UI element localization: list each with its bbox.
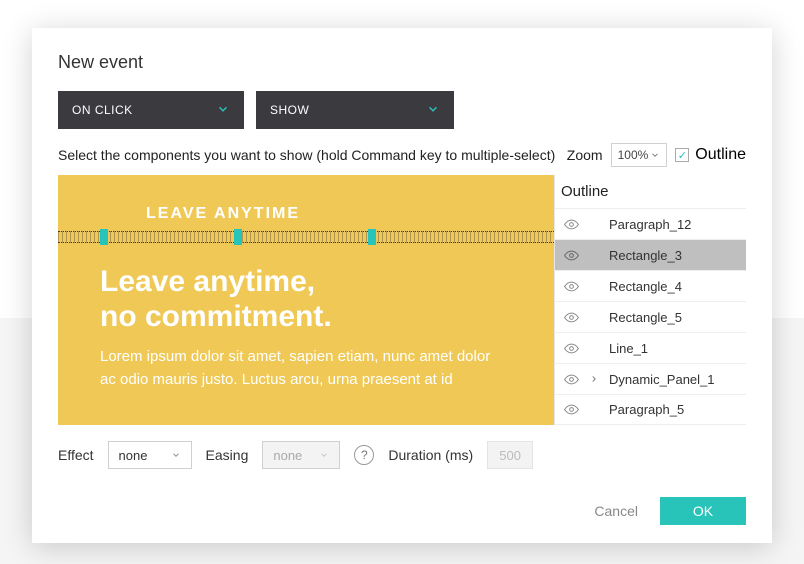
duration-label: Duration (ms) (388, 447, 473, 463)
eye-icon (563, 402, 579, 417)
effect-label: Effect (58, 447, 94, 463)
duration-value: 500 (499, 448, 521, 463)
easing-label: Easing (206, 447, 249, 463)
outline-panel-header: Outline (555, 175, 746, 208)
trigger-dropdown-label: ON CLICK (72, 103, 133, 117)
zoom-select[interactable]: 100% (611, 143, 668, 167)
canvas-small-title: LEAVE ANYTIME (146, 205, 300, 223)
eye-icon (563, 217, 579, 232)
outline-item[interactable]: Line_1 (555, 332, 746, 363)
zoom-value: 100% (618, 148, 649, 162)
subrow: Select the components you want to show (… (58, 143, 746, 167)
effects-row: Effect none Easing none ? Duration (ms) … (58, 441, 746, 469)
ok-button[interactable]: OK (660, 497, 746, 525)
new-event-modal: New event ON CLICK SHOW Select the compo… (32, 28, 772, 543)
outline-item-label: Line_1 (609, 341, 738, 356)
outline-checkbox-label: Outline (695, 146, 746, 164)
outline-item-label: Paragraph_12 (609, 217, 738, 232)
selection-ruler (58, 231, 554, 243)
outline-item-label: Dynamic_Panel_1 (609, 372, 738, 387)
headline-line: Leave anytime, (100, 265, 332, 300)
zoom-group: Zoom 100% ✓ Outline (567, 143, 746, 167)
outline-item-label: Paragraph_5 (609, 402, 738, 417)
outline-item-label: Rectangle_5 (609, 310, 738, 325)
outline-panel: Outline Paragraph_12 Rectangle_3 Rectang… (554, 175, 746, 425)
canvas-headline: Leave anytime, no commitment. (100, 265, 332, 334)
outline-list: Paragraph_12 Rectangle_3 Rectangle_4 Rec… (555, 208, 746, 425)
effect-value: none (119, 448, 148, 463)
outline-item-label: Rectangle_3 (609, 248, 738, 263)
resize-handle[interactable] (368, 229, 376, 245)
canvas-preview[interactable]: LEAVE ANYTIME Leave anytime, no commitme… (58, 175, 554, 425)
zoom-label: Zoom (567, 147, 603, 163)
help-icon[interactable]: ? (354, 445, 374, 465)
action-dropdown[interactable]: SHOW (256, 91, 454, 129)
instruction-text: Select the components you want to show (… (58, 147, 555, 163)
chevron-down-icon (426, 102, 440, 119)
effect-select[interactable]: none (108, 441, 192, 469)
cancel-button[interactable]: Cancel (594, 503, 638, 519)
headline-line: no commitment. (100, 300, 332, 335)
outline-item[interactable]: Rectangle_3 (555, 239, 746, 270)
eye-icon (563, 310, 579, 325)
chevron-right-icon (589, 374, 599, 384)
outline-checkbox-group[interactable]: ✓ Outline (675, 146, 746, 164)
modal-title: New event (58, 52, 746, 73)
workspace: LEAVE ANYTIME Leave anytime, no commitme… (58, 175, 746, 425)
easing-select[interactable]: none (262, 441, 340, 469)
outline-item[interactable]: Rectangle_5 (555, 301, 746, 332)
action-dropdown-label: SHOW (270, 103, 309, 117)
checkbox-icon: ✓ (675, 148, 689, 162)
eye-icon (563, 248, 579, 263)
easing-value: none (273, 448, 302, 463)
eye-icon (563, 372, 579, 387)
eye-icon (563, 341, 579, 356)
outline-item[interactable]: Dynamic_Panel_1 (555, 363, 746, 394)
resize-handle[interactable] (234, 229, 242, 245)
duration-input[interactable]: 500 (487, 441, 533, 469)
eye-icon (563, 279, 579, 294)
canvas-body-text: Lorem ipsum dolor sit amet, sapien etiam… (100, 345, 510, 392)
outline-item-label: Rectangle_4 (609, 279, 738, 294)
chevron-down-icon (216, 102, 230, 119)
outline-item[interactable]: Paragraph_5 (555, 394, 746, 425)
resize-handle[interactable] (100, 229, 108, 245)
outline-item[interactable]: Paragraph_12 (555, 208, 746, 239)
outline-item[interactable]: Rectangle_4 (555, 270, 746, 301)
modal-footer: Cancel OK (58, 497, 746, 525)
dropdown-row: ON CLICK SHOW (58, 91, 746, 129)
trigger-dropdown[interactable]: ON CLICK (58, 91, 244, 129)
